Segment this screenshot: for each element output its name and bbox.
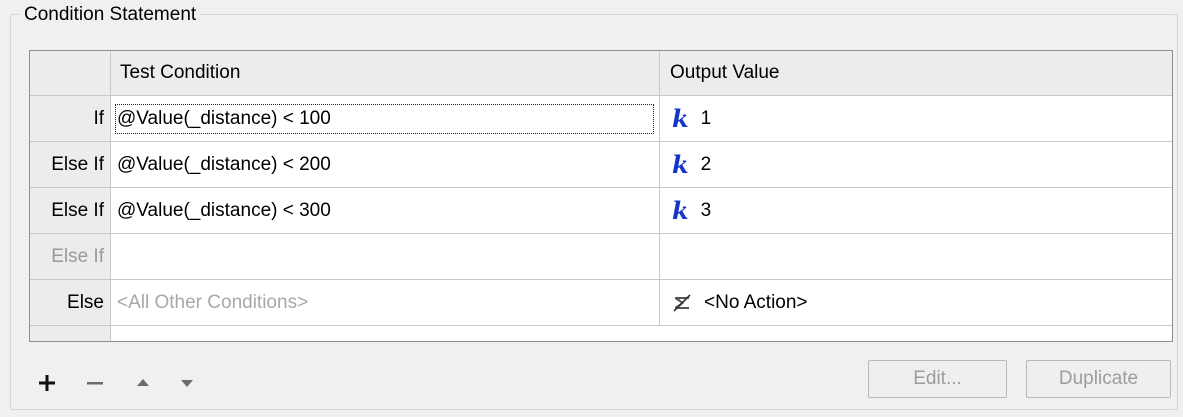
output-cell[interactable]: k 3 [660,188,1172,234]
table-row[interactable]: Else If @Value(_distance) < 300 k 3 [30,188,1172,234]
row-label: Else If [30,234,111,280]
remove-row-button[interactable] [84,372,106,394]
table-row[interactable]: If @Value(_distance) < 100 k 1 [30,96,1172,142]
table-header-row: Test Condition Output Value [30,51,1172,96]
table-filler [30,326,1172,341]
table-row[interactable]: Else If @Value(_distance) < 200 k 2 [30,142,1172,188]
table-row-else[interactable]: Else <All Other Conditions> <No Action> [30,280,1172,326]
table-row-empty[interactable]: Else If [30,234,1172,280]
column-header-test-condition[interactable]: Test Condition [111,51,660,96]
row-label [30,326,111,341]
output-text: 3 [700,199,712,221]
duplicate-button[interactable]: Duplicate [1026,360,1171,398]
k-constant-icon: k [672,149,689,179]
column-header-output-value[interactable]: Output Value [660,51,1172,96]
edit-button[interactable]: Edit... [868,360,1007,398]
condition-text: @Value(_distance) < 100 [113,102,656,136]
condition-cell[interactable]: @Value(_distance) < 300 [111,188,660,234]
header-corner [30,51,111,96]
output-text: 2 [700,153,712,175]
k-constant-icon: k [672,103,689,133]
plus-icon [39,375,55,391]
output-cell[interactable]: <No Action> [660,280,1172,326]
output-cell[interactable]: k 1 [660,96,1172,142]
no-action-icon [673,293,691,312]
row-label: Else [30,280,111,326]
output-text: <No Action> [704,291,808,313]
condition-cell[interactable]: @Value(_distance) < 200 [111,142,660,188]
k-constant-icon: k [672,195,689,225]
condition-cell[interactable] [111,234,660,280]
arrow-down-icon [181,380,193,387]
output-text: 1 [700,107,712,129]
group-title: Condition Statement [20,4,201,26]
minus-icon [87,382,103,385]
row-label: Else If [30,142,111,188]
move-down-button[interactable] [176,372,198,394]
row-label: If [30,96,111,142]
output-cell[interactable] [660,234,1172,280]
condition-cell[interactable]: @Value(_distance) < 100 [111,96,660,142]
condition-cell[interactable]: <All Other Conditions> [111,280,660,326]
output-cell[interactable]: k 2 [660,142,1172,188]
add-row-button[interactable] [36,372,58,394]
row-label: Else If [30,188,111,234]
condition-table: Test Condition Output Value If @Value(_d… [29,50,1173,342]
arrow-up-icon [137,379,149,386]
move-up-button[interactable] [132,372,154,394]
